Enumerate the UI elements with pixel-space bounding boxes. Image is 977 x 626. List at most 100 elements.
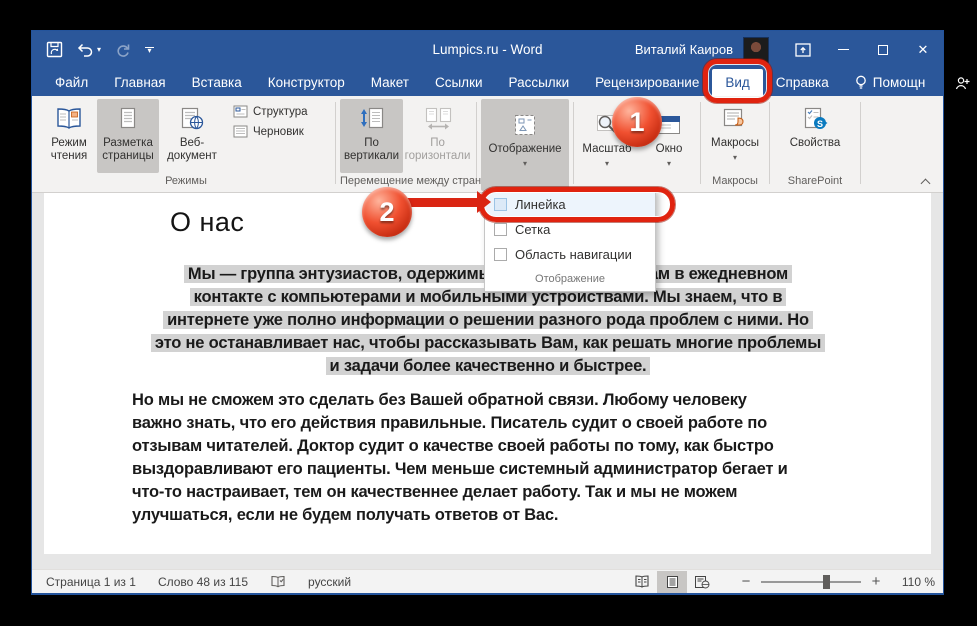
zoom-slider[interactable] bbox=[761, 574, 861, 590]
group-label-sharepoint: SharePoint bbox=[774, 173, 856, 192]
ribbon-tab[interactable]: Файл bbox=[42, 69, 101, 96]
document-heading: О нас bbox=[170, 207, 244, 238]
group-label-modes: Режимы bbox=[41, 173, 331, 192]
ribbon-tab[interactable]: Главная bbox=[101, 69, 178, 96]
menu-footer-label: Отображение bbox=[485, 267, 655, 289]
group-separator bbox=[573, 102, 574, 184]
zoom-slider-track bbox=[761, 581, 861, 583]
menu-item[interactable]: Область навигации bbox=[485, 242, 655, 267]
read-mode-view-button[interactable] bbox=[627, 571, 657, 593]
group-modes: Режим чтения Разметка страницы Веб-докум… bbox=[38, 98, 334, 192]
ribbon-tab[interactable]: Макет bbox=[358, 69, 422, 96]
selected-text-line: интернете уже полно информации о решении… bbox=[132, 309, 844, 332]
group-label-page-movement: Перемещение между страницами bbox=[340, 173, 472, 192]
zoom-slider-thumb[interactable] bbox=[823, 575, 830, 589]
checkbox-icon[interactable] bbox=[494, 223, 507, 236]
menu-item[interactable]: Сетка bbox=[485, 217, 655, 242]
word-count-status[interactable]: Слово 48 из 115 bbox=[158, 575, 248, 589]
maximize-button[interactable] bbox=[863, 31, 903, 68]
group-separator bbox=[476, 102, 477, 184]
outline-view-icon bbox=[233, 105, 248, 118]
print-layout-icon bbox=[117, 103, 139, 135]
zoom-level[interactable]: 110 % bbox=[887, 575, 935, 589]
page-count-status[interactable]: Страница 1 из 1 bbox=[46, 575, 136, 589]
dropdown-caret-icon: ▾ bbox=[605, 157, 609, 170]
quick-access-toolbar: ▾ ▾ bbox=[32, 41, 154, 58]
menu-items: Линейка Сетка Область навигации bbox=[485, 192, 655, 267]
macros-button[interactable]: Макросы ▾ bbox=[705, 99, 765, 173]
lightbulb-icon bbox=[855, 75, 867, 90]
checkbox-icon[interactable] bbox=[494, 198, 507, 211]
web-layout-view-button[interactable] bbox=[687, 571, 717, 593]
ribbon-tab[interactable]: Конструктор bbox=[255, 69, 358, 96]
ribbon-tab[interactable]: Рецензирование bbox=[582, 69, 712, 96]
screenshot-root: ▾ ▾ Lumpics.ru - Word Виталий Каиров bbox=[0, 0, 977, 626]
text-line: что-то настраивает, тем он качественнее … bbox=[132, 481, 844, 504]
ribbon-tab[interactable]: Рассылки bbox=[496, 69, 583, 96]
menu-item[interactable]: Линейка bbox=[485, 192, 655, 217]
proofing-book-icon bbox=[270, 575, 286, 589]
print-layout-button[interactable]: Разметка страницы bbox=[97, 99, 159, 173]
horizontal-movement-button[interactable]: По горизонтали bbox=[403, 99, 472, 173]
ribbon-tab[interactable]: Справка bbox=[763, 69, 842, 96]
undo-caret-icon: ▾ bbox=[97, 45, 101, 54]
statusbar-right: − + 110 % bbox=[627, 571, 935, 593]
annotation-step-2-badge: 2 bbox=[362, 187, 412, 237]
text-line: важно знать, что его действия правильные… bbox=[132, 412, 844, 435]
group-label-macros: Макросы bbox=[705, 173, 765, 192]
properties-button[interactable]: S Свойства bbox=[783, 99, 847, 173]
group-separator bbox=[860, 102, 861, 184]
text-line: улучшаться, если не будем получать ответ… bbox=[132, 504, 844, 527]
ribbon-tab[interactable]: Ссылки bbox=[422, 69, 496, 96]
checkbox-icon[interactable] bbox=[494, 248, 507, 261]
text-line: выздоравливают его пациенты. Чем меньше … bbox=[132, 458, 844, 481]
ribbon-tabs: ФайлГлавнаяВставкаКонструкторМакетСсылки… bbox=[42, 69, 842, 96]
minimize-button[interactable] bbox=[823, 31, 863, 68]
customize-qat-button[interactable]: ▾ bbox=[145, 47, 154, 53]
tabs-right-cluster: Помощн Поделиться bbox=[842, 69, 977, 96]
redo-button[interactable] bbox=[115, 42, 131, 58]
title-bar: ▾ ▾ Lumpics.ru - Word Виталий Каиров bbox=[32, 31, 943, 68]
zoom-in-button[interactable]: + bbox=[865, 573, 887, 590]
group-show: Отображение ▾ bbox=[478, 98, 572, 192]
vertical-movement-button[interactable]: По вертикали bbox=[340, 99, 403, 173]
horizontal-arrows-icon bbox=[423, 103, 453, 135]
group-separator bbox=[700, 102, 701, 184]
web-layout-button[interactable]: Веб-документ bbox=[159, 99, 225, 173]
tab-share[interactable]: Поделиться bbox=[942, 69, 977, 96]
show-icon bbox=[512, 109, 538, 141]
selected-text-line: это не останавливает нас, чтобы рассказы… bbox=[132, 332, 844, 355]
web-layout-view-icon bbox=[694, 575, 710, 589]
tab-help-assistant[interactable]: Помощн bbox=[842, 69, 939, 96]
paragraph-body: Но мы не сможем это сделать без Вашей об… bbox=[132, 389, 844, 527]
properties-icon: S bbox=[801, 103, 829, 135]
macros-icon bbox=[721, 103, 749, 135]
share-person-icon bbox=[955, 76, 970, 90]
outline-view-button[interactable]: Структура bbox=[233, 105, 308, 118]
save-icon[interactable] bbox=[46, 41, 63, 58]
show-dropdown-button[interactable]: Отображение ▾ bbox=[481, 99, 569, 191]
read-mode-button[interactable]: Режим чтения bbox=[41, 99, 97, 173]
language-status[interactable]: русский bbox=[308, 575, 351, 589]
print-layout-view-button[interactable] bbox=[657, 571, 687, 593]
draft-view-button[interactable]: Черновик bbox=[233, 125, 308, 138]
account-name[interactable]: Виталий Каиров bbox=[635, 42, 733, 57]
zoom-out-button[interactable]: − bbox=[735, 573, 757, 590]
proofing-status[interactable] bbox=[270, 575, 286, 589]
dropdown-caret-icon: ▾ bbox=[523, 157, 527, 170]
selected-text-line: и задачи более качественно и быстрее. bbox=[132, 355, 844, 378]
group-separator bbox=[769, 102, 770, 184]
word-window: ▾ ▾ Lumpics.ru - Word Виталий Каиров bbox=[31, 30, 944, 595]
dropdown-caret-icon: ▾ bbox=[667, 157, 671, 170]
group-macros: Макросы ▾ Макросы bbox=[702, 98, 768, 192]
close-button[interactable]: ✕ bbox=[903, 31, 943, 68]
undo-button[interactable]: ▾ bbox=[77, 43, 101, 57]
ribbon-display-options-button[interactable] bbox=[783, 31, 823, 68]
ribbon-tab[interactable]: Вид bbox=[712, 69, 762, 96]
text-line: Но мы не сможем это сделать без Вашей об… bbox=[132, 389, 844, 412]
ribbon-tab-bar: ФайлГлавнаяВставкаКонструкторМакетСсылки… bbox=[32, 68, 943, 96]
avatar[interactable] bbox=[743, 37, 769, 63]
draft-view-icon bbox=[233, 125, 248, 138]
ribbon-tab[interactable]: Вставка bbox=[179, 69, 255, 96]
collapse-ribbon-button[interactable] bbox=[921, 178, 931, 186]
